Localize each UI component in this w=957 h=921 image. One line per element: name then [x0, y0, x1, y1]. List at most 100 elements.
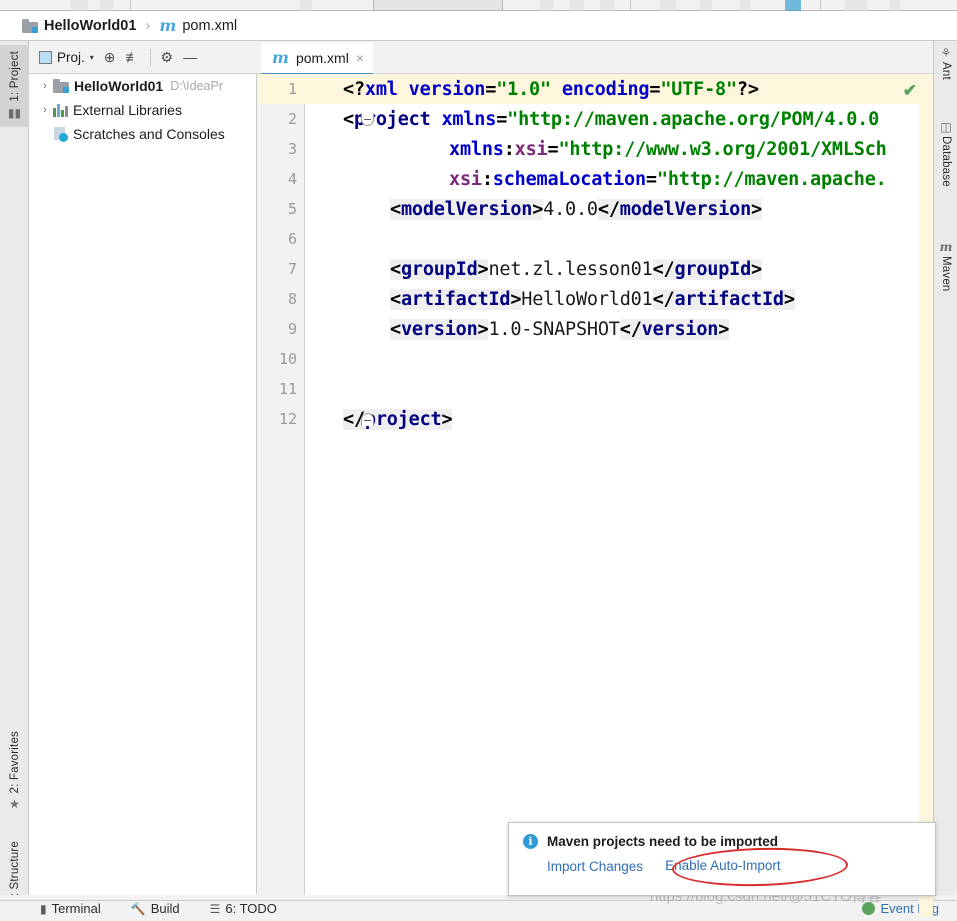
module-folder-icon: [53, 79, 69, 93]
status-item-todo[interactable]: ☰ 6: TODO: [210, 901, 277, 916]
gear-icon[interactable]: ⚙: [161, 50, 174, 64]
database-icon: ◫: [940, 120, 952, 134]
status-item-build[interactable]: 🔨 Build: [131, 901, 180, 916]
tool-window-database-label: Database: [940, 136, 952, 187]
project-view-icon: [39, 50, 52, 64]
toolbar-divider: [820, 0, 821, 11]
toolbar-icon-ghost[interactable]: [785, 0, 801, 11]
tool-window-maven[interactable]: m Maven: [934, 241, 957, 292]
code-line-text: <? xml version = "1.0" encoding = "UTF-8" ?>: [343, 78, 759, 100]
toolbar-icon-ghost[interactable]: [540, 0, 554, 11]
code-fold-marker[interactable]: [361, 113, 374, 126]
line-number: 8: [287, 290, 297, 308]
sidebar-item-project-label: 1: Project: [8, 51, 21, 102]
code-editor[interactable]: 1 <? xml version = "1.0" encoding = "UTF-8" ?> 2…: [257, 74, 933, 917]
build-icon: 🔨: [130, 901, 146, 916]
toolbar-icon-ghost[interactable]: [70, 0, 88, 11]
tree-node-module[interactable]: › HelloWorld01 D:\IdeaPr: [29, 74, 257, 98]
breadcrumb-module-label: HelloWorld01: [44, 17, 137, 34]
scratches-icon: [53, 127, 68, 142]
tool-window-database[interactable]: ◫ Database: [934, 121, 957, 187]
collapse-all-icon[interactable]: ≢: [126, 50, 140, 64]
crosshair-icon[interactable]: ⊕: [104, 50, 116, 64]
toolbar-icon-ghost[interactable]: [300, 0, 312, 11]
left-tool-window-strip: 1: Project ▮▮ 2: Favorites ★ 7: Structur…: [0, 41, 29, 920]
code-line[interactable]: 1 <? xml version = "1.0" encoding = "UTF-8" ?>: [257, 74, 933, 104]
project-tree[interactable]: › HelloWorld01 D:\IdeaPr › External Libr…: [29, 74, 257, 917]
tree-node-scratches[interactable]: Scratches and Consoles: [29, 122, 257, 146]
breadcrumb-separator: ›: [145, 17, 151, 34]
tree-node-external-libraries[interactable]: › External Libraries: [29, 98, 257, 122]
code-line[interactable]: 11: [257, 374, 933, 404]
breadcrumb-item-file[interactable]: m pom.xml: [159, 15, 238, 35]
line-number: 3: [287, 140, 297, 158]
sidebar-item-project[interactable]: 1: Project ▮▮: [0, 45, 29, 127]
code-line-text: xsi: schemaLocation = "http://maven.apache.: [449, 168, 887, 190]
line-number: 9: [287, 320, 297, 338]
breadcrumb-item-module[interactable]: HelloWorld01: [22, 18, 136, 34]
inspection-sidebar: [919, 74, 933, 917]
folder-icon: ▮▮: [7, 105, 22, 120]
code-line[interactable]: 9 < version >1.0-SNAPSHOT </version >: [257, 314, 933, 344]
editor-tab-bar: m pom.xml ×: [257, 41, 933, 75]
toolbar-icon-ghost[interactable]: [890, 0, 900, 11]
star-icon: ★: [9, 797, 20, 812]
status-item-terminal-label: Terminal: [51, 901, 101, 916]
tab-pom-xml[interactable]: m pom.xml ×: [261, 43, 374, 75]
line-number: 7: [287, 260, 297, 278]
close-icon[interactable]: ×: [356, 51, 364, 65]
toolbar-icon-ghost[interactable]: [845, 0, 867, 11]
line-number: 10: [278, 350, 297, 368]
sidebar-item-favorites[interactable]: 2: Favorites ★: [0, 731, 29, 810]
toolbar-divider: [630, 0, 631, 11]
tab-label: pom.xml: [295, 50, 349, 66]
line-number: 5: [287, 200, 297, 218]
code-line[interactable]: 2 < project xmlns = "http://maven.apache.org…: [257, 104, 933, 134]
minimize-icon[interactable]: —: [183, 50, 197, 64]
tool-window-ant[interactable]: ⚘ Ant: [934, 47, 957, 80]
code-line[interactable]: 5 < modelVersion >4.0.0 </modelVersion >: [257, 194, 933, 224]
import-changes-link[interactable]: Import Changes: [547, 859, 643, 874]
status-item-build-label: Build: [150, 901, 180, 916]
code-line-text: < version >1.0-SNAPSHOT </version >: [390, 318, 730, 340]
main-toolbar[interactable]: [0, 0, 957, 11]
todo-icon: ☰: [209, 901, 221, 916]
tool-window-maven-label: Maven: [940, 256, 952, 292]
terminal-icon: ▮: [40, 901, 47, 916]
code-line[interactable]: 4 xsi: schemaLocation = "http://maven.apache…: [257, 164, 933, 194]
code-line[interactable]: 3 xmlns: xsi = "http://www.w3.org/2001/XMLSc…: [257, 134, 933, 164]
expand-arrow-icon[interactable]: ›: [37, 104, 53, 116]
toolbar-icon-ghost[interactable]: [600, 0, 614, 11]
status-item-todo-label: 6: TODO: [225, 901, 277, 916]
toolbar-divider: [149, 48, 151, 66]
sidebar-item-structure-label: 7: Structure: [8, 841, 21, 903]
project-view-selector[interactable]: Proj. ▾: [39, 50, 94, 65]
line-number: 12: [278, 410, 297, 428]
maven-file-icon: m: [159, 15, 177, 35]
code-line[interactable]: 6: [257, 224, 933, 254]
code-line[interactable]: 8 < artifactId > HelloWorld01 </artifactId >: [257, 284, 933, 314]
project-tool-window: Proj. ▾ ⊕ ≢ ⚙ — › HelloWorld01 D:\IdeaPr…: [29, 41, 257, 917]
inspection-status-icon[interactable]: ✔: [903, 82, 917, 99]
line-number: 2: [287, 110, 297, 128]
run-configuration-selector[interactable]: [373, 0, 503, 11]
status-item-terminal[interactable]: ▮ Terminal: [40, 901, 101, 916]
tree-node-module-label: HelloWorld01: [74, 78, 164, 94]
toolbar-icon-ghost[interactable]: [660, 0, 676, 11]
code-fold-marker[interactable]: [361, 413, 374, 426]
code-line-text: </project >: [343, 408, 453, 430]
toolbar-icon-ghost[interactable]: [700, 0, 712, 11]
toolbar-icon-ghost[interactable]: [100, 0, 114, 11]
breadcrumb: HelloWorld01 › m pom.xml: [0, 11, 957, 41]
code-line[interactable]: 12 </project >: [257, 404, 933, 434]
tree-node-module-path: D:\IdeaPr: [170, 79, 224, 93]
expand-arrow-icon[interactable]: ›: [37, 80, 53, 92]
toolbar-icon-ghost[interactable]: [570, 0, 584, 11]
chevron-down-icon: ▾: [89, 52, 94, 62]
ant-icon: ⚘: [940, 46, 952, 60]
code-line[interactable]: 10: [257, 344, 933, 374]
breadcrumb-file-label: pom.xml: [182, 17, 238, 34]
code-line[interactable]: 7 < groupId > net.zl.lesson01 </groupId >: [257, 254, 933, 284]
code-line-text: < artifactId > HelloWorld01 </artifactId >: [390, 288, 795, 310]
toolbar-icon-ghost[interactable]: [740, 0, 750, 11]
